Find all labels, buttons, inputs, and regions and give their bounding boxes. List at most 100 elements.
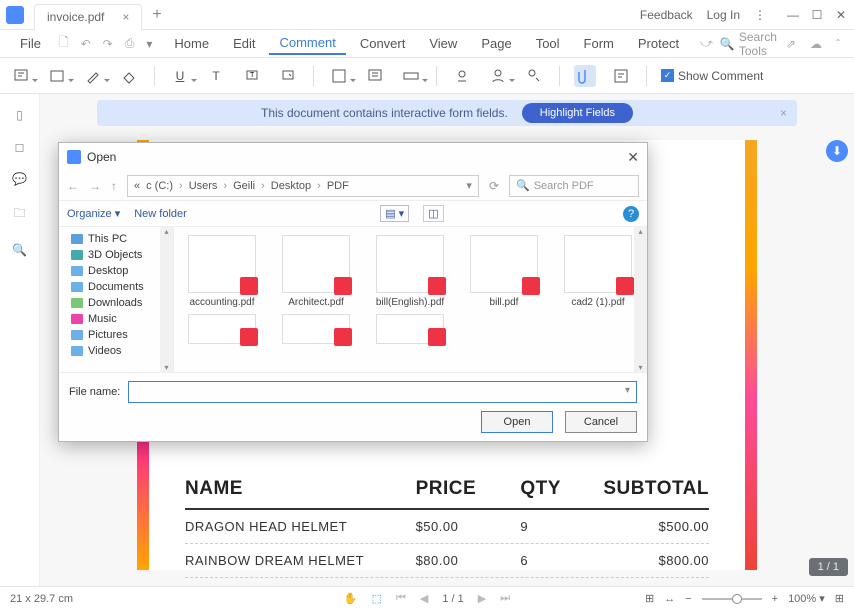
tree-scrollbar[interactable]: ▴▾ bbox=[160, 227, 173, 372]
menu-form[interactable]: Form bbox=[574, 33, 624, 54]
file-item[interactable]: Architect.pdf bbox=[272, 235, 360, 308]
current-page[interactable]: 1 / 1 bbox=[442, 593, 463, 605]
cancel-button[interactable]: Cancel bbox=[565, 411, 637, 433]
new-tab-button[interactable]: + bbox=[152, 6, 161, 24]
tree-downloads[interactable]: Downloads bbox=[61, 295, 171, 311]
file-item[interactable]: bill.pdf bbox=[460, 235, 548, 308]
menu-tool[interactable]: Tool bbox=[526, 33, 570, 54]
breadcrumb[interactable]: « c (C:)› Users› Geili› Desktop› PDF ▾ bbox=[127, 175, 479, 197]
menu-edit[interactable]: Edit bbox=[223, 33, 265, 54]
note-tool[interactable] bbox=[10, 65, 32, 87]
comments-panel-icon[interactable]: 💬 bbox=[12, 172, 27, 186]
file-item[interactable] bbox=[178, 314, 266, 348]
feedback-link[interactable]: Feedback bbox=[640, 8, 693, 22]
nav-back-icon[interactable]: ← bbox=[67, 179, 79, 193]
file-item[interactable] bbox=[272, 314, 360, 348]
organize-button[interactable]: Organize ▾ bbox=[67, 207, 120, 220]
maximize-icon[interactable]: ☐ bbox=[810, 8, 824, 22]
person-tool[interactable] bbox=[487, 65, 509, 87]
menu-home[interactable]: Home bbox=[164, 33, 219, 54]
dropdown-icon[interactable]: ▾ bbox=[142, 37, 156, 51]
minimize-icon[interactable]: — bbox=[786, 8, 800, 22]
text-callout-tool[interactable]: T bbox=[241, 65, 263, 87]
text-replace-tool[interactable] bbox=[277, 65, 299, 87]
new-folder-button[interactable]: New folder bbox=[134, 208, 187, 220]
download-floating-button[interactable]: ⬇ bbox=[826, 140, 848, 162]
tree-3d-objects[interactable]: 3D Objects bbox=[61, 247, 171, 263]
infobar-close-icon[interactable]: × bbox=[780, 106, 787, 120]
edit-person-tool[interactable] bbox=[523, 65, 545, 87]
preview-pane-icon[interactable]: ◫ bbox=[423, 205, 443, 222]
more-icon[interactable]: ⋮ bbox=[754, 8, 766, 22]
help-icon[interactable]: ? bbox=[623, 206, 639, 222]
tree-videos[interactable]: Videos bbox=[61, 343, 171, 359]
search-panel-icon[interactable]: 🔍 bbox=[12, 243, 27, 257]
hand-tool-icon[interactable]: ✋ bbox=[344, 592, 358, 605]
bookmark-icon[interactable]: ◻ bbox=[15, 140, 25, 154]
zoom-level[interactable]: 100% ▾ bbox=[788, 592, 825, 605]
cloud-icon[interactable]: ☁ bbox=[805, 37, 827, 51]
zoom-in-icon[interactable]: + bbox=[772, 593, 778, 605]
menu-convert[interactable]: Convert bbox=[350, 33, 416, 54]
select-tool-icon[interactable]: ⬚ bbox=[372, 592, 382, 605]
fit-page-icon[interactable]: ⊞ bbox=[645, 592, 654, 605]
zoom-slider[interactable] bbox=[702, 598, 762, 600]
thumbnails-icon[interactable]: ▯ bbox=[16, 108, 23, 122]
text-box-tool[interactable] bbox=[46, 65, 68, 87]
measure-tool[interactable] bbox=[400, 65, 422, 87]
refresh-icon[interactable]: ⟳ bbox=[489, 179, 499, 193]
close-window-icon[interactable]: ✕ bbox=[834, 8, 848, 22]
next-page-icon[interactable]: ▶ bbox=[478, 592, 486, 605]
text-tool[interactable]: T bbox=[205, 65, 227, 87]
file-item[interactable] bbox=[366, 314, 454, 348]
zoom-out-icon[interactable]: − bbox=[685, 593, 691, 605]
menu-comment[interactable]: Comment bbox=[269, 32, 345, 55]
form-comment-tool[interactable] bbox=[610, 65, 632, 87]
attachments-panel-icon[interactable]: 🗀 bbox=[13, 204, 25, 225]
sticky-note-tool[interactable] bbox=[364, 65, 386, 87]
file-item[interactable]: accounting.pdf bbox=[178, 235, 266, 308]
expand-icon[interactable]: ˆ bbox=[831, 37, 845, 51]
menu-protect[interactable]: Protect bbox=[628, 33, 689, 54]
last-page-icon[interactable]: ⏭ bbox=[500, 592, 510, 605]
tree-pictures[interactable]: Pictures bbox=[61, 327, 171, 343]
nav-up-icon[interactable]: ↑ bbox=[111, 179, 117, 193]
file-menu[interactable]: File bbox=[10, 33, 51, 54]
stamp-tool[interactable] bbox=[451, 65, 473, 87]
fit-width-icon[interactable]: ↔ bbox=[664, 593, 675, 605]
underline-tool[interactable]: U bbox=[169, 65, 191, 87]
first-page-icon[interactable]: ⏮ bbox=[396, 592, 406, 605]
open-button[interactable]: Open bbox=[481, 411, 553, 433]
shape-tool[interactable] bbox=[328, 65, 350, 87]
attachment-tool[interactable] bbox=[574, 65, 596, 87]
tab-close-icon[interactable]: × bbox=[122, 10, 129, 24]
share-icon[interactable]: ⤻ bbox=[697, 36, 716, 51]
undo-icon[interactable]: ↶ bbox=[77, 37, 95, 51]
show-comment-toggle[interactable]: ✓ Show Comment bbox=[661, 69, 763, 83]
file-item[interactable]: cad2 (1).pdf bbox=[554, 235, 642, 308]
prev-page-icon[interactable]: ◀ bbox=[420, 592, 428, 605]
print-icon[interactable]: ⎙ bbox=[121, 36, 139, 51]
nav-forward-icon[interactable]: → bbox=[89, 179, 101, 193]
view-mode-icon[interactable]: ▤ ▾ bbox=[380, 205, 409, 222]
view-grid-icon[interactable]: ⊞ bbox=[835, 592, 844, 605]
tree-documents[interactable]: Documents bbox=[61, 279, 171, 295]
tree-music[interactable]: Music bbox=[61, 311, 171, 327]
dialog-close-icon[interactable]: ✕ bbox=[627, 149, 639, 166]
highlight-fields-button[interactable]: Highlight Fields bbox=[522, 103, 633, 123]
menu-page[interactable]: Page bbox=[471, 33, 521, 54]
redo-icon[interactable]: ↷ bbox=[99, 37, 117, 51]
tree-desktop[interactable]: Desktop bbox=[61, 263, 171, 279]
login-link[interactable]: Log In bbox=[707, 8, 740, 22]
eraser-tool[interactable] bbox=[118, 65, 140, 87]
file-name-input[interactable] bbox=[128, 381, 637, 403]
tree-this-pc[interactable]: This PC bbox=[61, 231, 171, 247]
open-external-icon[interactable]: ⇗ bbox=[781, 37, 801, 51]
pencil-tool[interactable] bbox=[82, 65, 104, 87]
dialog-search-input[interactable]: 🔍 Search PDF bbox=[509, 175, 639, 197]
search-tools-input[interactable]: 🔍 Search Tools bbox=[720, 30, 777, 58]
menu-view[interactable]: View bbox=[419, 33, 467, 54]
document-tab[interactable]: invoice.pdf × bbox=[34, 4, 142, 30]
grid-scrollbar[interactable]: ▴▾ bbox=[634, 227, 647, 372]
save-icon[interactable]: 🗋 bbox=[55, 33, 73, 54]
